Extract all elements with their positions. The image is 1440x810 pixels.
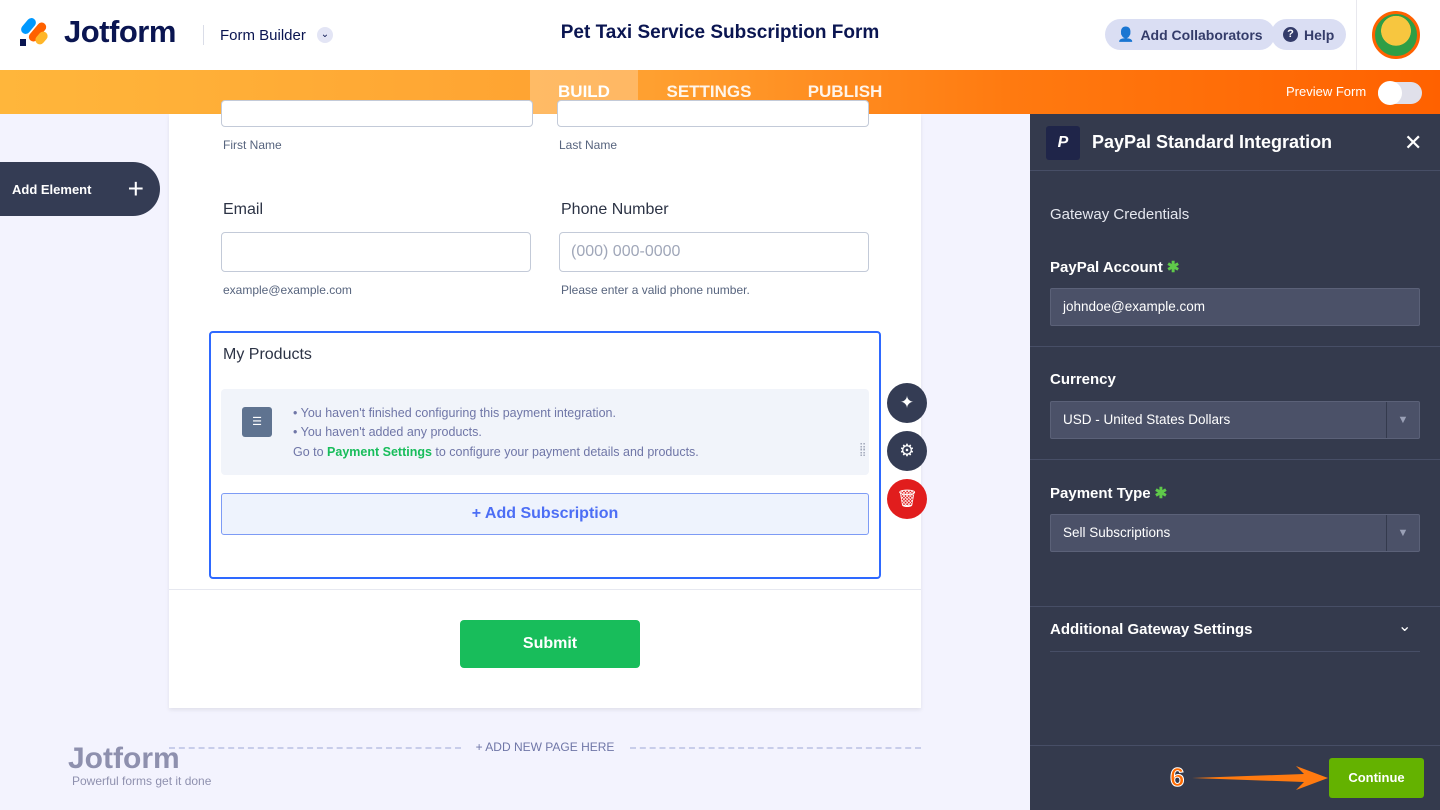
watermark-tagline: Powerful forms get it done	[72, 774, 212, 788]
gear-icon[interactable]: ⚙	[887, 431, 927, 471]
add-collaborators-label: Add Collaborators	[1140, 26, 1263, 43]
paypal-icon: P	[1046, 126, 1080, 160]
preview-form-label: Preview Form	[1286, 84, 1367, 99]
divider	[1030, 606, 1440, 607]
paypal-account-input[interactable]: johndoe@example.com	[1050, 288, 1420, 326]
payment-type-select[interactable]: Sell Subscriptions ▼	[1050, 514, 1420, 552]
chevron-down-icon: ▼	[1386, 402, 1419, 438]
last-name-sublabel: Last Name	[559, 138, 618, 152]
jotform-watermark: Jotform Powerful forms get it done	[38, 742, 212, 789]
add-subscription-button[interactable]: + Add Subscription	[221, 493, 869, 535]
continue-button[interactable]: Continue	[1329, 758, 1424, 798]
drag-handle-icon[interactable]: ⠿ ⠿	[859, 444, 866, 460]
label-text: Payment Type	[1050, 485, 1151, 502]
currency-select[interactable]: USD - United States Dollars ▼	[1050, 401, 1420, 439]
last-name-input[interactable]	[557, 100, 869, 127]
magic-wand-icon[interactable]: ✦	[887, 383, 927, 423]
panel-title: PayPal Standard Integration	[1092, 132, 1333, 152]
notice-text: You haven't finished configuring this pa…	[300, 406, 616, 420]
user-icon: 👤	[1117, 26, 1135, 42]
required-icon: ✱	[1166, 259, 1180, 276]
divider	[169, 589, 921, 590]
add-element-button[interactable]: Add Element +	[0, 162, 160, 216]
watermark-logo: Jotform	[68, 742, 180, 775]
currency-label: Currency	[1050, 371, 1116, 388]
help-label: Help	[1304, 26, 1335, 43]
arrow-annotation-icon	[1192, 766, 1328, 790]
plus-icon: +	[127, 173, 144, 204]
notice-item: • You haven't finished configuring this …	[293, 406, 616, 420]
notice-text: You haven't added any products.	[300, 425, 482, 439]
divider	[1050, 651, 1420, 652]
close-icon[interactable]: ✕	[1404, 130, 1422, 156]
add-element-label: Add Element	[12, 181, 92, 197]
notice-item: Go to Payment Settings to configure your…	[293, 445, 699, 459]
notice-text: to configure your payment details and pr…	[431, 445, 699, 459]
divider	[1356, 0, 1357, 70]
section-title: Gateway Credentials	[1050, 206, 1190, 223]
avatar[interactable]	[1372, 11, 1420, 59]
phone-input[interactable]: (000) 000-0000	[559, 232, 869, 272]
notice-item: • You haven't added any products.	[293, 425, 482, 439]
checklist-icon: ☰	[242, 407, 272, 437]
email-label: Email	[223, 201, 264, 218]
add-collaborators-button[interactable]: 👤 Add Collaborators	[1105, 19, 1275, 50]
email-input[interactable]	[221, 232, 531, 272]
phone-label: Phone Number	[561, 201, 669, 218]
preview-form-toggle[interactable]	[1378, 81, 1422, 105]
additional-settings-toggle[interactable]: Additional Gateway Settings	[1050, 621, 1253, 638]
chevron-down-icon: ▼	[1386, 515, 1419, 551]
label-text: PayPal Account	[1050, 259, 1163, 276]
submit-button[interactable]: Submit	[460, 620, 640, 668]
phone-sublabel: Please enter a valid phone number.	[561, 283, 750, 297]
payment-settings-link[interactable]: Payment Settings	[327, 445, 432, 459]
notice-text: Go to	[293, 445, 328, 459]
step-number: 6	[1169, 762, 1185, 793]
chevron-down-icon[interactable]: ⌄	[1398, 616, 1411, 636]
payment-type-label: Payment Type ✱	[1050, 484, 1167, 502]
divider	[1030, 745, 1440, 746]
payment-type-value: Sell Subscriptions	[1063, 525, 1171, 540]
first-name-sublabel: First Name	[223, 138, 282, 152]
currency-value: USD - United States Dollars	[1063, 412, 1231, 427]
products-label: My Products	[223, 346, 312, 363]
email-sublabel: example@example.com	[223, 283, 352, 297]
help-icon: ?	[1283, 27, 1298, 42]
divider	[1030, 346, 1440, 347]
divider	[1030, 459, 1440, 460]
paypal-account-label: PayPal Account ✱	[1050, 258, 1179, 276]
add-new-page-link[interactable]: + ADD NEW PAGE HERE	[169, 740, 921, 756]
trash-icon[interactable]: 🗑	[887, 479, 927, 519]
first-name-input[interactable]	[221, 100, 533, 127]
required-icon: ✱	[1154, 485, 1168, 502]
help-button[interactable]: ? Help	[1271, 19, 1347, 50]
